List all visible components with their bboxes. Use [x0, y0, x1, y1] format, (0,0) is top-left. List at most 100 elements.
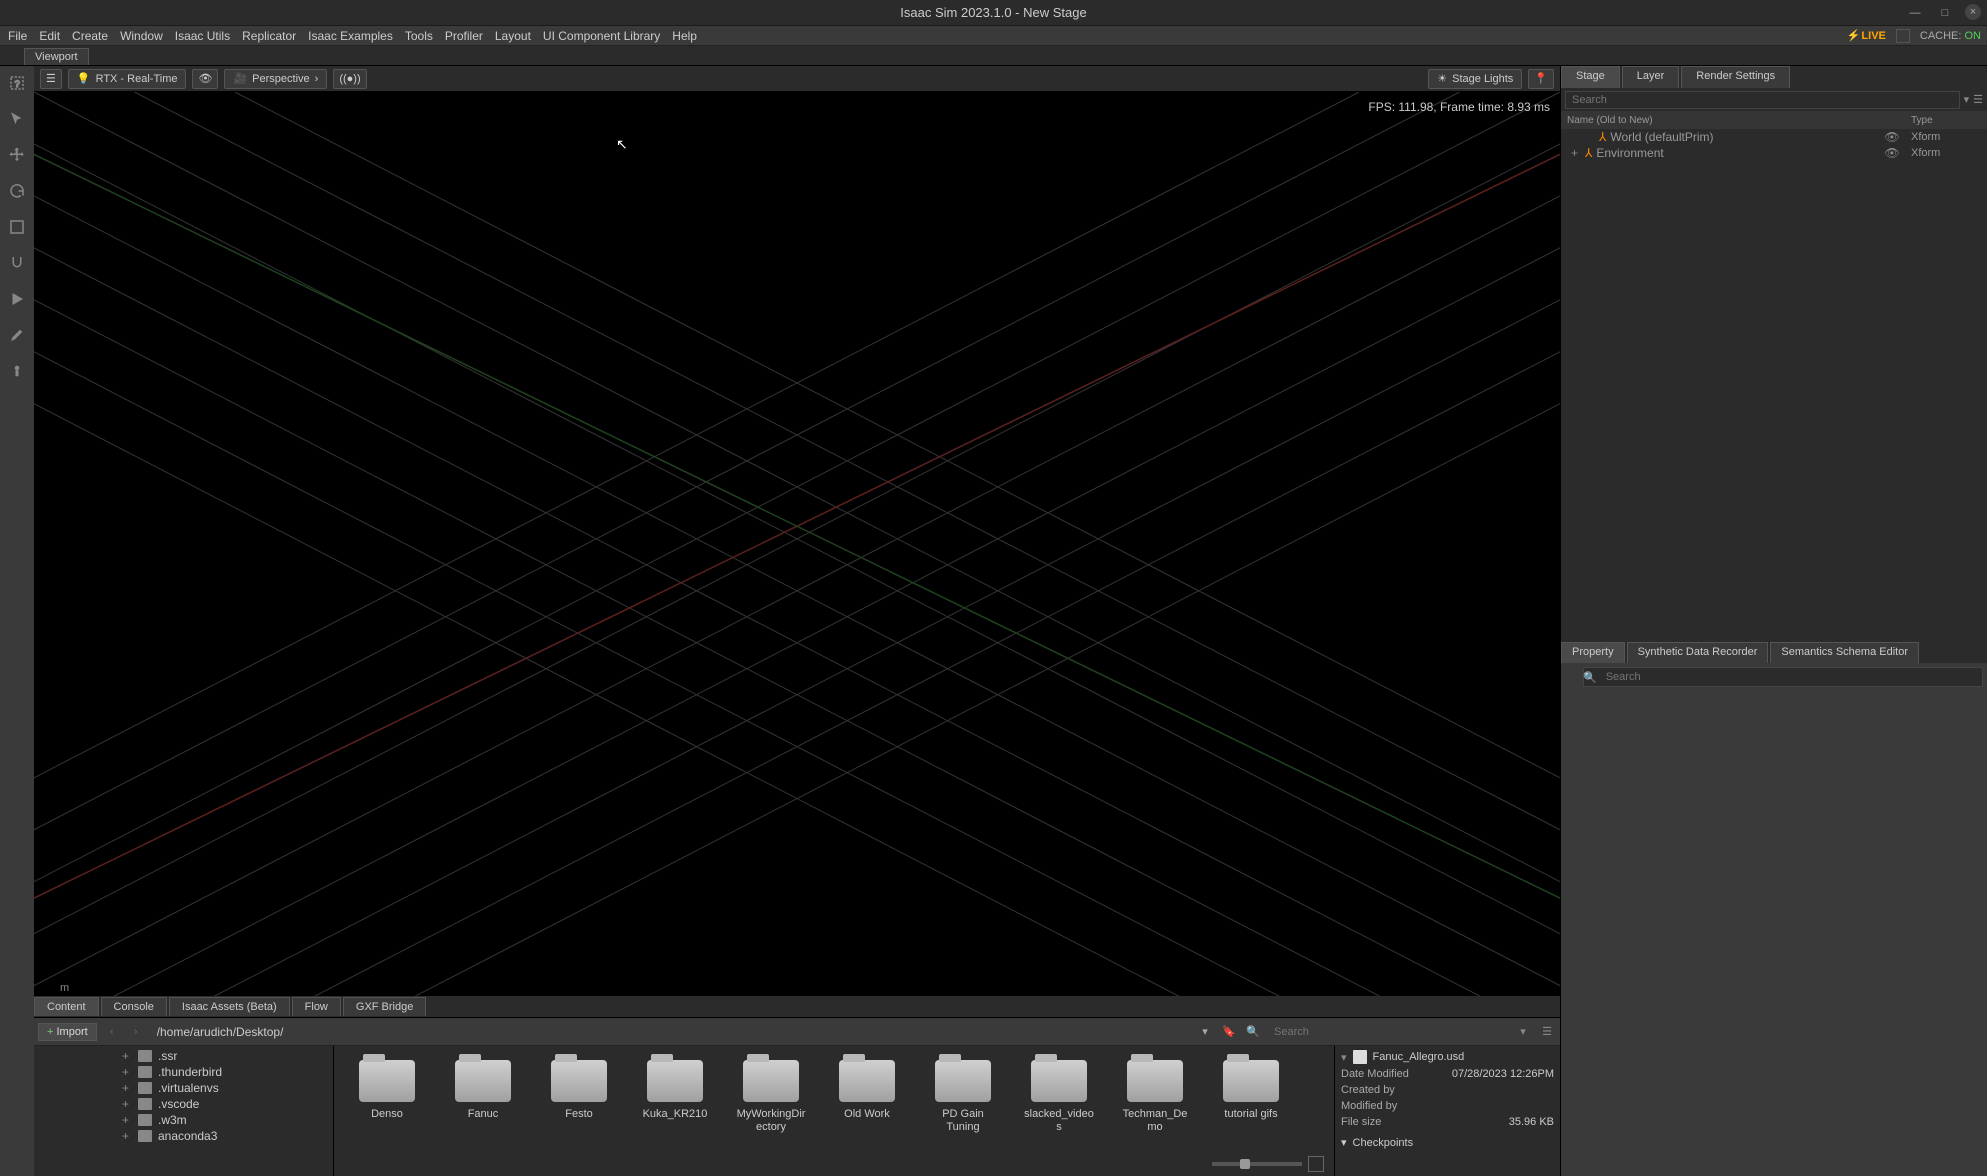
folder-item[interactable]: Fanuc: [448, 1060, 518, 1121]
grid-view-toggle[interactable]: [1308, 1156, 1324, 1172]
menu-create[interactable]: Create: [70, 29, 110, 43]
tab-semantics-schema[interactable]: Semantics Schema Editor: [1770, 642, 1919, 664]
stage-row-world[interactable]: ⅄ World (defaultPrim) 👁 Xform: [1561, 129, 1987, 145]
folder-item[interactable]: PD Gain Tuning: [928, 1060, 998, 1134]
menu-layout[interactable]: Layout: [493, 29, 533, 43]
file-icon: [1353, 1050, 1367, 1064]
col-type[interactable]: Type: [1911, 115, 1981, 126]
menu-isaac-utils[interactable]: Isaac Utils: [173, 29, 232, 43]
play-tool[interactable]: [6, 288, 28, 310]
filter-icon[interactable]: ▾: [1964, 93, 1970, 106]
property-search[interactable]: [1583, 667, 1983, 687]
maximize-button[interactable]: □: [1935, 4, 1955, 22]
menu-profiler[interactable]: Profiler: [443, 29, 485, 43]
tab-gxf-bridge[interactable]: GXF Bridge: [343, 997, 426, 1016]
folder-item[interactable]: Kuka_KR210: [640, 1060, 710, 1121]
folder-icon: [647, 1060, 703, 1102]
path-dropdown[interactable]: ▾: [1196, 1025, 1214, 1038]
options-icon[interactable]: ☰: [1538, 1025, 1556, 1038]
menu-tools[interactable]: Tools: [403, 29, 435, 43]
nav-fwd[interactable]: ›: [127, 1026, 145, 1038]
scale-tool[interactable]: [6, 216, 28, 238]
options-icon[interactable]: ☰: [1973, 93, 1983, 106]
import-button[interactable]: Import: [38, 1023, 97, 1041]
stage-search[interactable]: [1565, 91, 1960, 109]
folder-item[interactable]: Old Work: [832, 1060, 902, 1121]
rotate-tool[interactable]: [6, 180, 28, 202]
bookmark-icon[interactable]: 🔖: [1220, 1025, 1238, 1038]
folder-tree[interactable]: +.ssr +.thunderbird +.virtualenvs +.vsco…: [34, 1046, 334, 1176]
eye-icon[interactable]: 👁: [192, 69, 218, 89]
nav-back[interactable]: ‹: [103, 1026, 121, 1038]
tab-property[interactable]: Property: [1561, 642, 1625, 664]
content-search[interactable]: [1268, 1023, 1508, 1041]
tab-synthetic-data[interactable]: Synthetic Data Recorder: [1627, 642, 1769, 664]
physics-tool[interactable]: [6, 360, 28, 382]
live-toggle[interactable]: [1896, 29, 1910, 43]
move-tool[interactable]: [6, 144, 28, 166]
tab-stage[interactable]: Stage: [1561, 66, 1620, 88]
menu-file[interactable]: File: [6, 29, 29, 43]
audio-icon[interactable]: ((●)): [333, 69, 366, 89]
folder-icon: [743, 1060, 799, 1102]
collapse-icon[interactable]: ▾: [1341, 1051, 1347, 1064]
minimize-button[interactable]: —: [1905, 4, 1925, 22]
menu-isaac-examples[interactable]: Isaac Examples: [306, 29, 395, 43]
folder-item[interactable]: MyWorkingDirectory: [736, 1060, 806, 1134]
slider-knob[interactable]: [1240, 1159, 1250, 1169]
pin-icon[interactable]: 📍: [1528, 69, 1554, 89]
col-name[interactable]: Name (Old to New): [1567, 115, 1881, 126]
menu-help[interactable]: Help: [670, 29, 699, 43]
content-body: +.ssr +.thunderbird +.virtualenvs +.vsco…: [34, 1046, 1560, 1176]
stage-tree[interactable]: ⅄ World (defaultPrim) 👁 Xform + ⅄ Enviro…: [1561, 129, 1987, 642]
expand-icon[interactable]: +: [1571, 146, 1581, 160]
hamburger-icon[interactable]: ☰: [40, 69, 62, 89]
tab-content[interactable]: Content: [34, 997, 99, 1016]
menu-edit[interactable]: Edit: [37, 29, 62, 43]
bottom-tabs: Content Console Isaac Assets (Beta) Flow…: [34, 996, 1560, 1018]
stage-row-environment[interactable]: + ⅄ Environment 👁 Xform: [1561, 145, 1987, 161]
search-icon[interactable]: 🔍: [1244, 1025, 1262, 1038]
viewport-3d[interactable]: FPS: 111.98, Frame time: 8.93 ms ↖ m: [34, 92, 1560, 996]
pointer-tool[interactable]: [6, 108, 28, 130]
lightbulb-icon: 💡: [77, 72, 91, 85]
folder-item[interactable]: Festo: [544, 1060, 614, 1121]
close-button[interactable]: ×: [1965, 4, 1981, 20]
folder-icon: [138, 1066, 152, 1078]
menu-replicator[interactable]: Replicator: [240, 29, 298, 43]
live-badge[interactable]: LIVE: [1847, 29, 1886, 42]
thumb-slider[interactable]: [1212, 1162, 1302, 1166]
tool-strip: ?: [0, 66, 34, 1176]
brush-tool[interactable]: [6, 324, 28, 346]
tab-render-settings[interactable]: Render Settings: [1681, 66, 1790, 88]
camera-dropdown[interactable]: 🎥 Perspective ›: [224, 69, 327, 89]
visibility-icon[interactable]: 👁: [1877, 146, 1907, 160]
folder-icon: [138, 1050, 152, 1062]
tab-console[interactable]: Console: [101, 997, 167, 1016]
tab-isaac-assets[interactable]: Isaac Assets (Beta): [169, 997, 290, 1016]
folder-icon: [935, 1060, 991, 1102]
folder-item[interactable]: tutorial gifs: [1216, 1060, 1286, 1121]
folder-item[interactable]: Denso: [352, 1060, 422, 1121]
tab-layer[interactable]: Layer: [1622, 66, 1680, 88]
visibility-icon[interactable]: 👁: [1877, 130, 1907, 144]
units-label: m: [60, 982, 69, 994]
folder-grid[interactable]: Denso Fanuc Festo Kuka_KR210 MyWorkingDi…: [334, 1046, 1334, 1176]
prim-icon: ⅄: [1585, 146, 1592, 160]
folder-item[interactable]: slacked_videos: [1024, 1060, 1094, 1134]
cache-status: CACHE: ON: [1920, 30, 1981, 42]
select-tool[interactable]: ?: [6, 72, 28, 94]
tab-flow[interactable]: Flow: [292, 997, 341, 1016]
viewport-tab[interactable]: Viewport: [24, 48, 89, 65]
path-field[interactable]: [151, 1022, 1190, 1042]
tree-item: +.thunderbird: [34, 1064, 333, 1080]
content-toolbar: Import ‹ › ▾ 🔖 🔍 ▾ ☰: [34, 1018, 1560, 1046]
snap-tool[interactable]: [6, 252, 28, 274]
filter-icon[interactable]: ▾: [1514, 1025, 1532, 1038]
lights-dropdown[interactable]: ☀ Stage Lights: [1428, 69, 1522, 89]
menu-ui-component-library[interactable]: UI Component Library: [541, 29, 662, 43]
menu-window[interactable]: Window: [118, 29, 165, 43]
renderer-dropdown[interactable]: 💡 RTX - Real-Time: [68, 69, 187, 89]
folder-item[interactable]: Techman_Demo: [1120, 1060, 1190, 1134]
checkpoints-section[interactable]: ▾Checkpoints: [1341, 1136, 1554, 1149]
